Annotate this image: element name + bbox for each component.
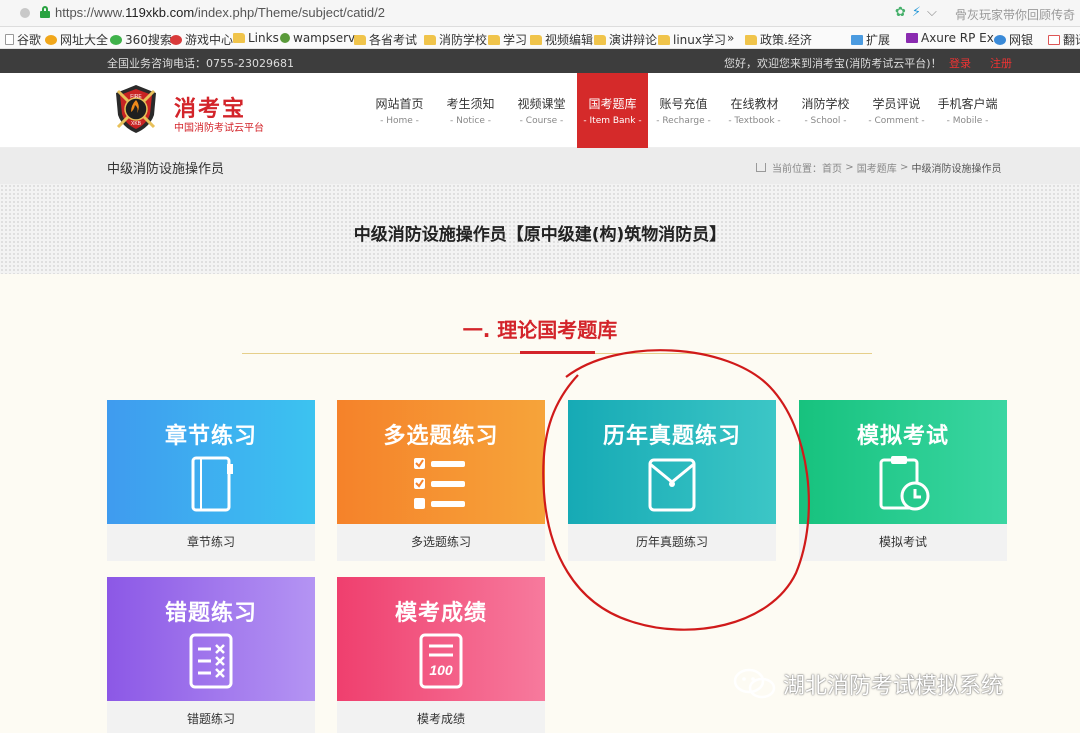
url-text[interactable]: https://www.119xkb.com/index.php/Theme/s… [55,5,385,20]
card-mock-exam[interactable]: 模拟考试 模拟考试 [799,400,1007,561]
folder-icon [424,34,436,45]
page-icon [20,8,30,18]
nav-home[interactable]: 网站首页 - Home - [364,73,435,148]
bolt-icon[interactable]: ⚡ [912,5,921,20]
bookmark-item[interactable]: 学习 [488,31,527,48]
folder-icon [354,34,366,45]
bookmark-item[interactable]: 网址大全 [45,31,108,48]
svg-text:100: 100 [429,662,453,678]
site-header: FIRE XKB 消考宝 中国消防考试云平台 网站首页 - Home - 考生须知… [0,73,1080,148]
bookmark-item[interactable]: Links [233,31,279,45]
hotline-text: 全国业务咨询电话：0755-23029681 [107,57,294,70]
score-sheet-icon: 100 [419,633,463,689]
folder-icon [530,34,542,45]
register-link[interactable]: 注册 [990,55,1012,71]
card-mock-scores[interactable]: 模考成绩 100 模考成绩 [337,577,545,733]
card-wrong-answers[interactable]: 错题练习 错题练习 [107,577,315,733]
wrong-list-icon [189,633,233,689]
breadcrumb-home[interactable]: 首页 [822,160,842,175]
bookmark-item[interactable]: 谷歌 [5,31,41,48]
notebook-icon [191,456,233,512]
site-topbar: 全国业务咨询电话：0755-23029681 您好，欢迎您来到消考宝(消防考试云… [0,49,1080,73]
card-banner: 错题练习 [107,577,315,701]
nav-recharge[interactable]: 账号充值 - Recharge - [648,73,719,148]
folder-icon [658,34,670,45]
card-banner: 章节练习 [107,400,315,524]
nav-course[interactable]: 视频课堂 - Course - [506,73,577,148]
bookmark-item[interactable]: 视频编辑 [530,31,593,48]
card-banner: 模拟考试 [799,400,1007,524]
clipboard-clock-icon [879,456,930,511]
bookmark-overflow[interactable]: » [727,31,734,45]
bookmark-item[interactable]: wampserv [280,31,355,45]
bookmarks-bar: 谷歌 网址大全 360搜索 游戏中心 Links wampserv 各省考试 消… [0,27,1080,49]
chevron-down-icon[interactable]: ⌵ [927,5,937,20]
folder-icon [233,33,245,43]
folder-icon [745,34,757,45]
translate-icon [1048,34,1060,45]
bookmark-item[interactable]: 演讲辩论 [594,31,657,48]
site-icon [170,34,182,45]
nav-item-bank[interactable]: 国考题库 - Item Bank - [577,73,648,148]
login-link[interactable]: 登录 [949,55,971,71]
bookmark-item[interactable]: Axure RP Ex [906,31,994,45]
bookmark-item[interactable]: 消防学校 [424,31,487,48]
title-band: 中级消防设施操作员【原中级建(构)筑物消防员】 [0,184,1080,274]
card-multiple-choice[interactable]: 多选题练习 多选题练习 [337,400,545,561]
breadcrumb-bar: 中级消防设施操作员 当前位置： 首页 > 国考题库 > 中级消防设施操作员 [0,148,1080,184]
breadcrumb-current: 中级消防设施操作员 [911,164,1002,175]
nav-notice[interactable]: 考生须知 - Notice - [435,73,506,148]
home-icon [756,163,766,172]
site-logo-subtitle: 中国消防考试云平台 [174,123,264,134]
bookmark-item[interactable]: 游戏中心 [170,31,233,48]
page-title: 中级消防设施操作员 [107,162,225,177]
wechat-icon [733,668,776,699]
card-banner: 模考成绩 100 [337,577,545,701]
card-banner: 多选题练习 [337,400,545,524]
section-title: 一. 理论国考题库 [462,318,618,342]
site-icon [45,34,57,45]
svg-text:XKB: XKB [131,121,142,127]
nav-mobile[interactable]: 手机客户端 - Mobile - [932,73,1003,148]
compat-icon[interactable]: ✿ [895,5,906,20]
bookmark-item[interactable]: 各省考试 [354,31,417,48]
nav-comment[interactable]: 学员评说 - Comment - [861,73,932,148]
nav-textbook[interactable]: 在线教材 - Textbook - [719,73,790,148]
nav-school[interactable]: 消防学校 - School - [790,73,861,148]
browser-action-icons[interactable]: ✿ ⚡ ⌵ [895,5,943,20]
subject-heading: 中级消防设施操作员【原中级建(构)筑物消防员】 [353,225,727,245]
checklist-icon [414,458,465,509]
bookmark-item[interactable]: 扩展 [851,31,890,48]
annotation-circle [542,349,810,631]
main-nav: 网站首页 - Home - 考生须知 - Notice - 视频课堂 - Course… [364,73,1003,148]
search-hint[interactable]: 骨灰玩家带你回顾传奇 [955,6,1075,23]
breadcrumb-item-bank[interactable]: 国考题库 [857,160,897,175]
card-chapter-practice[interactable]: 章节练习 章节练习 [107,400,315,561]
site-icon [280,33,290,43]
folder-icon [594,34,606,45]
axure-icon [906,33,918,43]
fire-badge-logo[interactable]: FIRE XKB [110,83,162,135]
folder-icon [488,34,500,45]
site-icon [110,34,122,45]
bank-icon [994,34,1006,45]
bookmark-item[interactable]: 翻译 [1048,31,1080,48]
bookmark-item[interactable]: 政策.经济 [745,31,812,48]
browser-address-bar[interactable]: https://www.119xkb.com/index.php/Theme/s… [0,0,1080,27]
lock-icon [40,6,50,18]
breadcrumb: 当前位置： 首页 > 国考题库 > 中级消防设施操作员 [756,160,1002,175]
bookmark-item[interactable]: linux学习 [658,31,726,48]
welcome-text: 您好，欢迎您来到消考宝(消防考试云平台)！ [724,57,942,70]
doc-icon [5,34,14,45]
wechat-watermark: 湖北消防考试模拟系统 [733,668,1003,700]
extension-icon [851,34,863,45]
svg-text:FIRE: FIRE [130,94,142,100]
bookmark-item[interactable]: 网银 [994,31,1033,48]
bookmark-item[interactable]: 360搜索 [110,31,172,48]
